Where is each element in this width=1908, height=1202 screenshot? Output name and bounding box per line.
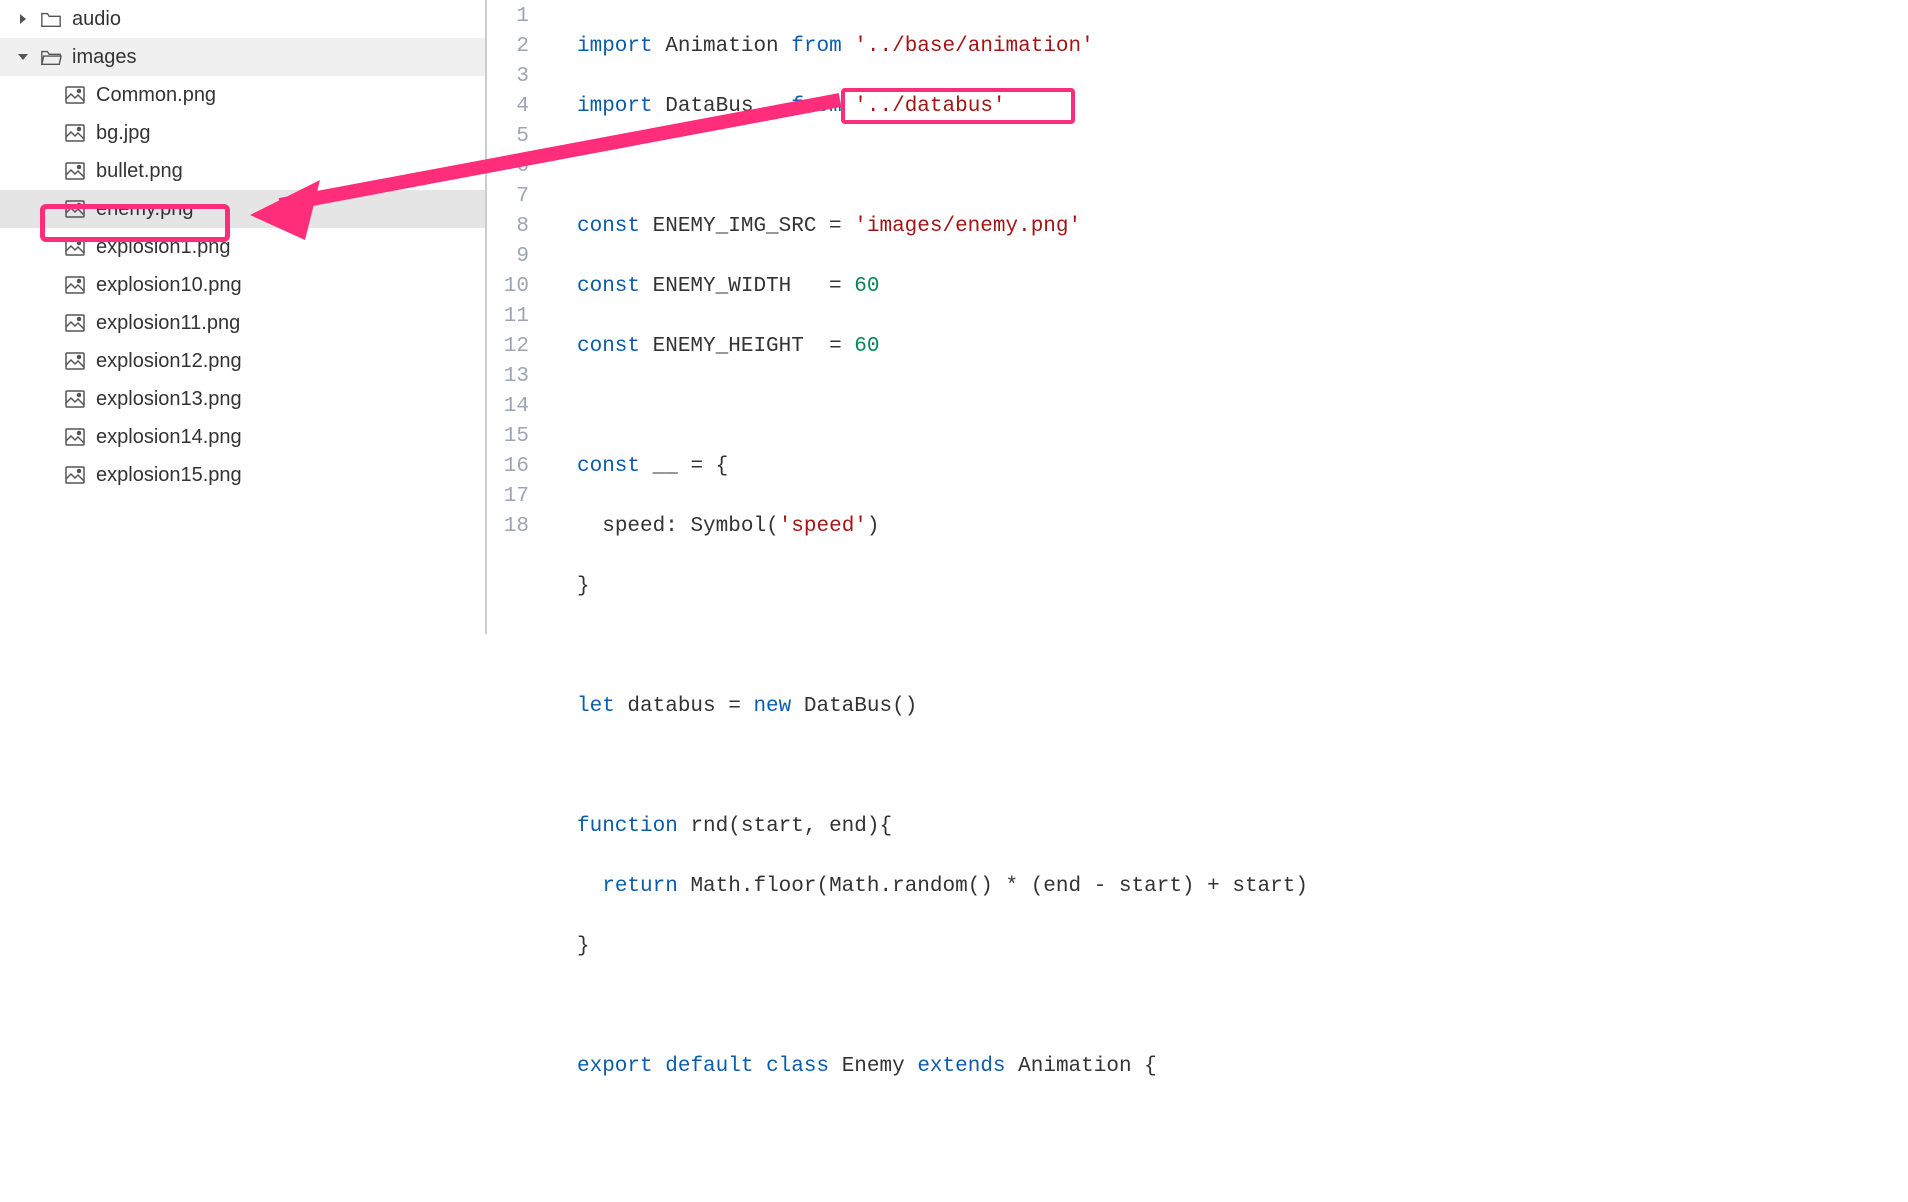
image-file-icon	[64, 274, 86, 296]
identifier: Animation	[665, 35, 778, 58]
tree-item-label: explosion1.png	[96, 236, 485, 259]
tree-item-label: explosion12.png	[96, 350, 485, 373]
folder-icon	[40, 8, 62, 30]
folder-item-audio[interactable]: audio	[0, 0, 485, 38]
keyword-const: const	[577, 215, 640, 238]
identifier: __	[653, 455, 678, 478]
image-file-icon	[64, 198, 86, 220]
image-file-icon	[64, 160, 86, 182]
file-item-Common-png[interactable]: Common.png	[0, 76, 485, 114]
image-file-icon	[64, 236, 86, 258]
expression: Math.floor(Math.random() * (end - start)…	[690, 875, 1308, 898]
chevron-down-icon[interactable]	[16, 50, 30, 64]
number-literal: 60	[854, 275, 879, 298]
tree-item-label: images	[72, 46, 485, 69]
identifier: ENEMY_IMG_SRC	[653, 215, 817, 238]
keyword-const: const	[577, 335, 640, 358]
keyword-let: let	[577, 695, 615, 718]
property-key: speed	[602, 515, 665, 538]
file-tree-sidebar: audio images Common.png bg.jpg bullet.png ene…	[0, 0, 487, 634]
image-file-icon	[64, 426, 86, 448]
keyword-from: from	[791, 95, 841, 118]
tree-item-label: explosion11.png	[96, 312, 485, 335]
tree-item-label: explosion13.png	[96, 388, 485, 411]
keyword-function: function	[577, 815, 678, 838]
file-item-explosion12-png[interactable]: explosion12.png	[0, 342, 485, 380]
keyword-return: return	[602, 875, 678, 898]
tree-item-label: bg.jpg	[96, 122, 485, 145]
function-call: Symbol	[690, 515, 766, 538]
keyword-from: from	[791, 35, 841, 58]
tree-item-label: explosion14.png	[96, 426, 485, 449]
identifier: ENEMY_HEIGHT	[653, 335, 804, 358]
keyword-class: class	[766, 1055, 829, 1078]
file-item-explosion13-png[interactable]: explosion13.png	[0, 380, 485, 418]
keyword-extends: extends	[917, 1055, 1005, 1078]
identifier: DataBus	[665, 95, 753, 118]
tree-item-label: explosion15.png	[96, 464, 485, 487]
class-name: Enemy	[842, 1055, 905, 1078]
string-literal: '../base/animation'	[854, 35, 1093, 58]
file-item-explosion15-png[interactable]: explosion15.png	[0, 456, 485, 494]
file-item-explosion1-png[interactable]: explosion1.png	[0, 228, 485, 266]
tree-item-label: bullet.png	[96, 160, 485, 183]
identifier: databus	[627, 695, 715, 718]
folder-icon	[40, 46, 62, 68]
params: start, end	[741, 815, 867, 838]
number-literal: 60	[854, 335, 879, 358]
image-file-icon	[64, 464, 86, 486]
keyword-export: export	[577, 1055, 653, 1078]
image-file-icon	[64, 84, 86, 106]
keyword-import: import	[577, 35, 653, 58]
tree-item-label: enemy.png	[96, 198, 485, 221]
code-editor[interactable]: 123456789101112131415161718 import Anima…	[487, 0, 1908, 634]
keyword-const: const	[577, 455, 640, 478]
string-literal: 'speed'	[779, 515, 867, 538]
file-item-explosion14-png[interactable]: explosion14.png	[0, 418, 485, 456]
chevron-right-icon[interactable]	[16, 12, 30, 26]
keyword-const: const	[577, 275, 640, 298]
identifier: ENEMY_WIDTH	[653, 275, 792, 298]
file-item-bullet-png[interactable]: bullet.png	[0, 152, 485, 190]
tree-item-label: audio	[72, 8, 485, 31]
annotation-highlight-string	[841, 88, 1075, 124]
tree-item-label: Common.png	[96, 84, 485, 107]
file-item-explosion10-png[interactable]: explosion10.png	[0, 266, 485, 304]
image-file-icon	[64, 388, 86, 410]
file-item-bg-jpg[interactable]: bg.jpg	[0, 114, 485, 152]
keyword-new: new	[753, 695, 791, 718]
image-file-icon	[64, 350, 86, 372]
line-number-gutter: 123456789101112131415161718	[487, 2, 547, 634]
tree-item-label: explosion10.png	[96, 274, 485, 297]
class-name: Animation	[1018, 1055, 1131, 1078]
file-item-enemy-png[interactable]: enemy.png	[0, 190, 485, 228]
code-content[interactable]: import Animation from '../base/animation…	[547, 2, 1908, 634]
function-name: rnd	[690, 815, 728, 838]
class-name: DataBus	[804, 695, 892, 718]
image-file-icon	[64, 122, 86, 144]
folder-item-images[interactable]: images	[0, 38, 485, 76]
keyword-default: default	[665, 1055, 753, 1078]
image-file-icon	[64, 312, 86, 334]
file-item-explosion11-png[interactable]: explosion11.png	[0, 304, 485, 342]
string-literal: 'images/enemy.png'	[854, 215, 1081, 238]
keyword-import: import	[577, 95, 653, 118]
